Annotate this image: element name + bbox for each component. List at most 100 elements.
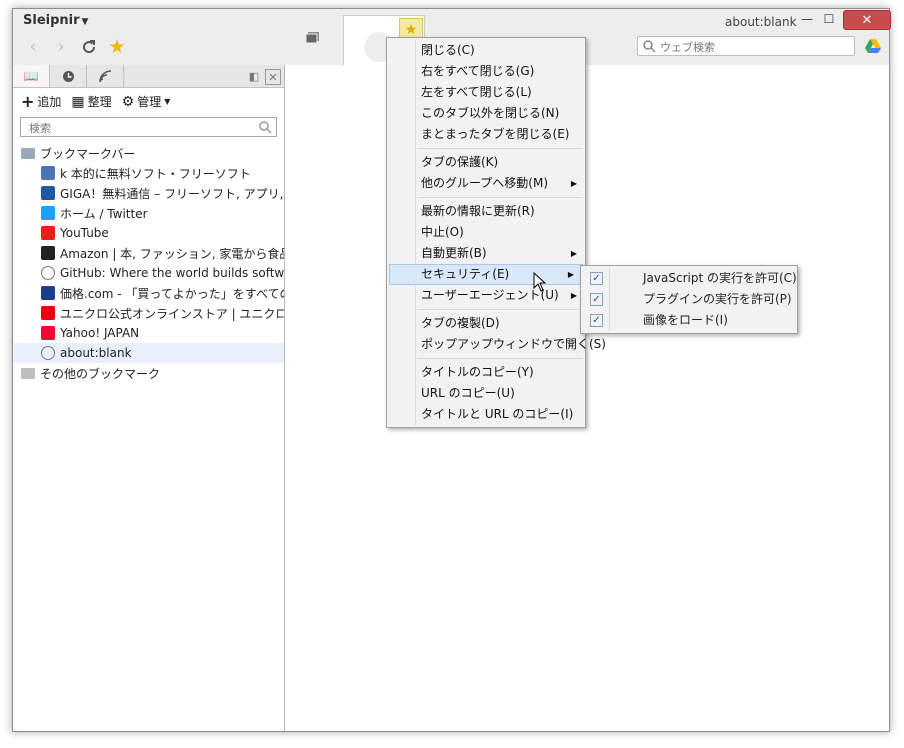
maximize-icon: ☐	[823, 12, 835, 26]
minimize-button[interactable]: —	[795, 11, 819, 27]
menu-item-label: 中止(O)	[421, 225, 464, 239]
tab-feeds[interactable]	[87, 65, 124, 87]
plus-icon: +	[21, 92, 35, 111]
menu-item[interactable]: タイトルと URL のコピー(I)	[387, 404, 585, 425]
submenu-item-label: プラグインの実行を許可(P)	[643, 292, 792, 306]
bookmark-item[interactable]: ユニクロ公式オンラインストア | ユニクロ	[13, 303, 284, 323]
search-icon	[643, 40, 656, 53]
menu-item-label: 最新の情報に更新(R)	[421, 204, 535, 218]
checkbox-icon[interactable]: ✓	[590, 314, 603, 327]
bookmark-search-input[interactable]	[27, 119, 251, 137]
dock-icon: ◧	[248, 69, 260, 83]
bookmark-tree: ブックマークバー k 本的に無料ソフト・フリーソフト GIGA！無料通信 – フリー…	[13, 143, 284, 383]
menu-item-label: 他のグループへ移動(M)	[421, 176, 548, 190]
bookmark-label: ブックマークバー	[40, 146, 136, 161]
sidebar-panel: 📖 ◧ ✕ +追加 ▦整理 ⚙管理▼ ブックマークバー k 本的に無料ソフト・フリ…	[13, 65, 285, 731]
submenu-item[interactable]: ✓ JavaScript の実行を許可(C)	[581, 268, 797, 289]
menu-item[interactable]: ユーザーエージェント(U) ▶	[387, 285, 585, 306]
checkbox-icon[interactable]: ✓	[590, 272, 603, 285]
bookmark-item[interactable]: Amazon | 本, ファッション, 家電から食品まで |	[13, 243, 284, 263]
add-bookmark-button[interactable]: + 追加	[21, 92, 61, 111]
submenu-arrow-icon: ▶	[570, 291, 577, 300]
manage-bookmarks-button[interactable]: ⚙ 管理 ▼	[122, 93, 171, 110]
bookmark-label: about:blank	[60, 346, 132, 360]
close-button[interactable]: ✕	[843, 10, 891, 30]
bookmark-item[interactable]: GIGA！無料通信 – フリーソフト, アプリ, 無料の	[13, 183, 284, 203]
google-drive-icon[interactable]	[865, 39, 881, 56]
page-content-area[interactable]	[285, 65, 889, 731]
star-icon: ★	[108, 36, 126, 58]
tab-list-button[interactable]	[305, 31, 321, 45]
app-menu-button[interactable]: Sleipnir ▼	[23, 13, 88, 28]
menu-item[interactable]: 最新の情報に更新(R)	[387, 201, 585, 222]
organize-label: 整理	[87, 95, 112, 109]
kakaku-icon	[41, 286, 55, 300]
bookmark-label: ユニクロ公式オンラインストア | ユニクロ	[60, 306, 284, 321]
menu-item[interactable]: 自動更新(B) ▶	[387, 243, 585, 264]
sidebar-close-button[interactable]: ✕	[265, 69, 281, 85]
menu-item-label: タブの保護(K)	[421, 155, 499, 169]
menu-item[interactable]: URL のコピー(U)	[387, 383, 585, 404]
checkbox-icon[interactable]: ✓	[590, 293, 603, 306]
submenu-item-label: JavaScript の実行を許可(C)	[643, 271, 797, 285]
caret-down-icon: ▼	[164, 97, 171, 106]
sidebar-dock-button[interactable]: ◧	[247, 69, 261, 83]
security-submenu: ✓ JavaScript の実行を許可(C) ✓ プラグインの実行を許可(P) ✓ 画像を…	[580, 265, 798, 334]
organize-bookmarks-button[interactable]: ▦ 整理	[71, 93, 111, 110]
bookmark-item[interactable]: YouTube	[13, 223, 284, 243]
add-label: 追加	[37, 95, 62, 109]
mouse-cursor-icon	[533, 272, 547, 292]
folder-icon	[21, 367, 35, 379]
bookmark-bar-folder-icon	[21, 147, 35, 159]
amazon-icon	[41, 246, 55, 260]
bookmark-label: その他のブックマーク	[40, 366, 161, 381]
app-title: Sleipnir	[23, 13, 80, 28]
maximize-button[interactable]: ☐	[817, 11, 841, 27]
reload-icon	[83, 40, 96, 54]
tab-bookmarks[interactable]: 📖	[13, 65, 50, 87]
reload-button[interactable]	[79, 37, 99, 57]
bookmark-search-box[interactable]	[20, 117, 277, 137]
bookmark-item[interactable]: ブックマークバー	[13, 143, 284, 163]
bookmark-item[interactable]: 価格.com - 「買ってよかった」をすべてのひとに。	[13, 283, 284, 303]
bookmark-item[interactable]: Yahoo! JAPAN	[13, 323, 284, 343]
menu-item-label: タイトルと URL のコピー(I)	[421, 407, 574, 421]
menu-item[interactable]: セキュリティ(E) ▶	[389, 264, 583, 285]
k-site-icon	[41, 166, 55, 180]
bookmark-item[interactable]: k 本的に無料ソフト・フリーソフト	[13, 163, 284, 183]
menu-item[interactable]: 左をすべて閉じる(L)	[387, 82, 585, 103]
close-icon: ✕	[268, 70, 278, 84]
bookmark-item[interactable]: その他のブックマーク	[13, 363, 284, 383]
menu-item[interactable]: タブの複製(D)	[387, 313, 585, 334]
menu-item[interactable]: 他のグループへ移動(M) ▶	[387, 173, 585, 194]
tab-history[interactable]	[50, 65, 87, 87]
menu-item[interactable]: 閉じる(C)	[387, 40, 585, 61]
menu-item[interactable]: まとまったタブを閉じる(E)	[387, 124, 585, 145]
menu-item[interactable]: ポップアップウィンドウで開く(S)	[387, 334, 606, 355]
forward-button[interactable]: ›	[51, 37, 71, 57]
menu-item[interactable]: 右をすべて閉じる(G)	[387, 61, 585, 82]
menu-item[interactable]: タイトルのコピー(Y)	[387, 362, 585, 383]
menu-item[interactable]: 中止(O)	[387, 222, 585, 243]
menu-separator	[417, 197, 583, 198]
menu-item[interactable]: タブの保護(K)	[387, 152, 585, 173]
back-button[interactable]: ‹	[23, 37, 43, 57]
bookmark-label: GIGA！無料通信 – フリーソフト, アプリ, 無料の	[60, 186, 284, 201]
submenu-arrow-icon: ▶	[570, 179, 577, 188]
bookmark-item[interactable]: about:blank	[13, 343, 284, 363]
menu-item-label: ポップアップウィンドウで開く(S)	[421, 337, 606, 351]
web-search-box[interactable]	[637, 36, 855, 56]
tabs-icon	[305, 32, 319, 44]
favorite-button[interactable]: ★	[107, 36, 127, 58]
web-search-input[interactable]	[658, 38, 852, 56]
sidebar-toolbar: + 追加 ▦ 整理 ⚙ 管理 ▼	[21, 92, 170, 111]
bookmark-label: k 本的に無料ソフト・フリーソフト	[60, 166, 251, 181]
bookmark-item[interactable]: ホーム / Twitter	[13, 203, 284, 223]
menu-item-label: 左をすべて閉じる(L)	[421, 85, 532, 99]
bookmark-item[interactable]: GitHub: Where the world builds software …	[13, 263, 284, 283]
submenu-item[interactable]: ✓ 画像をロード(I)	[581, 310, 797, 331]
back-arrow-icon: ‹	[29, 37, 37, 57]
bookmark-label: YouTube	[60, 226, 109, 240]
submenu-item[interactable]: ✓ プラグインの実行を許可(P)	[581, 289, 797, 310]
menu-item[interactable]: このタブ以外を閉じる(N)	[387, 103, 585, 124]
